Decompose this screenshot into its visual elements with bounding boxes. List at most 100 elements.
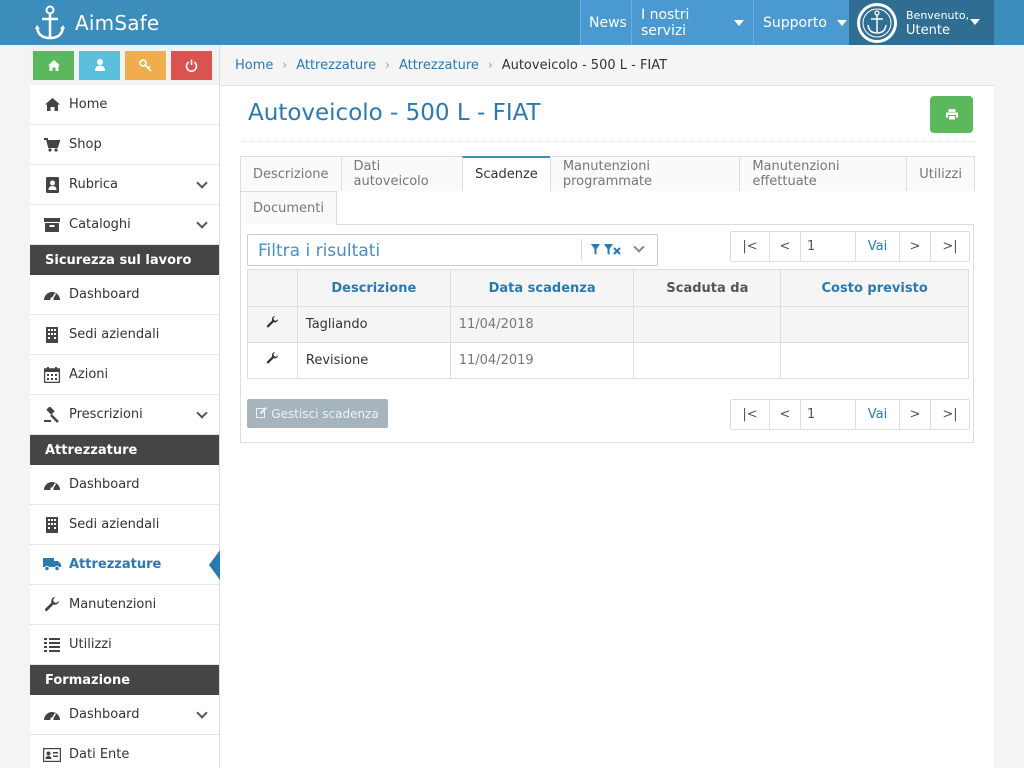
filter-divider	[581, 239, 582, 261]
sidebar-item-label: Sedi aziendali	[69, 327, 160, 342]
tab-documenti[interactable]: Documenti	[240, 191, 337, 225]
caret-down-icon	[970, 19, 980, 25]
sidebar-section-title: Sicurezza sul lavoro	[30, 245, 219, 275]
sidebar-item-label: Prescrizioni	[69, 407, 143, 422]
tab-manutenzioni-effettuate[interactable]: Manutenzioni effettuate	[739, 156, 908, 191]
user-icon	[94, 59, 105, 71]
welcome-username: Utente	[906, 22, 950, 38]
list-icon	[43, 636, 61, 654]
quick-logout-button[interactable]	[171, 50, 212, 80]
tab-utilizzi[interactable]: Utilizzi	[906, 156, 975, 191]
chevron-right-icon: ›	[487, 58, 493, 72]
pager-bottom: |< < 1 Vai > >|	[730, 399, 970, 430]
pager-go-button[interactable]: Vai	[856, 232, 900, 261]
nav-supporto-label: Supporto	[763, 14, 827, 31]
quick-password-button[interactable]	[125, 50, 166, 80]
sidebar-item-label: Dashboard	[69, 707, 140, 722]
quick-profile-button[interactable]	[79, 50, 120, 80]
pager-first-button[interactable]: |<	[731, 232, 770, 261]
sidebar-item-dati-ente[interactable]: Dati Ente	[30, 735, 219, 768]
home-icon	[47, 59, 60, 71]
sidebar-item-label: Home	[69, 97, 108, 112]
pager-next-button[interactable]: >	[900, 400, 931, 429]
table-row: Revisione 11/04/2019	[247, 342, 969, 379]
id-card-icon	[43, 746, 61, 764]
sidebar-item-label: Rubrica	[69, 177, 119, 192]
sidebar-item-rubrica[interactable]: Rubrica	[30, 165, 219, 205]
sidebar-item-dashboard[interactable]: Dashboard	[30, 695, 219, 735]
caret-down-icon	[734, 19, 744, 26]
pager-page-input[interactable]: 1	[801, 400, 856, 429]
manage-deadline-label: Gestisci scadenza	[271, 406, 379, 421]
sidebar-item-label: Sedi aziendali	[69, 517, 160, 532]
cell-data-scadenza: 11/04/2019	[449, 342, 635, 379]
pager-first-button[interactable]: |<	[731, 400, 770, 429]
sidebar-section-title: Attrezzature	[30, 435, 219, 465]
avatar	[857, 2, 897, 43]
sidebar-item-label: Manutenzioni	[69, 597, 157, 612]
quick-actions	[30, 45, 219, 85]
breadcrumb-link[interactable]: Attrezzature	[296, 58, 376, 73]
nav-servizi[interactable]: I nostri servizi	[631, 0, 753, 45]
row-action[interactable]	[247, 306, 298, 343]
scadenze-table: Descrizione Data scadenza Scaduta da Cos…	[247, 269, 969, 379]
sidebar-item-azioni[interactable]: Azioni	[30, 355, 219, 395]
sidebar-item-dashboard[interactable]: Dashboard	[30, 275, 219, 315]
pager-prev-button[interactable]: <	[770, 232, 801, 261]
filter-select[interactable]: Filtra i risultati	[247, 234, 658, 266]
sidebar: Home Shop Rubrica Cataloghi Sicurezza su…	[30, 45, 220, 768]
pager-last-button[interactable]: >|	[931, 400, 969, 429]
tab-scadenze[interactable]: Scadenze	[462, 156, 551, 191]
nav-news[interactable]: News	[580, 0, 631, 45]
chevron-down-icon	[196, 177, 208, 189]
table-row: Tagliando 11/04/2018	[247, 306, 969, 343]
quick-home-button[interactable]	[33, 50, 74, 80]
user-menu[interactable]: Benvenuto, Utente	[849, 0, 994, 45]
dashboard-icon	[43, 286, 61, 304]
brand[interactable]: AimSafe	[34, 0, 159, 45]
building-icon	[43, 326, 61, 344]
chevron-right-icon: ›	[385, 58, 390, 72]
sidebar-item-label: Dati Ente	[69, 747, 130, 762]
cart-icon	[43, 136, 61, 154]
breadcrumb-link[interactable]: Home	[235, 58, 273, 73]
filter-clear-icon[interactable]	[591, 244, 625, 260]
anchor-logo-icon	[35, 5, 65, 39]
top-nav: News I nostri servizi Supporto	[580, 0, 850, 45]
nav-supporto[interactable]: Supporto	[753, 0, 850, 45]
caret-down-icon	[836, 19, 847, 26]
sidebar-item-sedi-aziendali[interactable]: Sedi aziendali	[30, 315, 219, 355]
pager-next-button[interactable]: >	[900, 232, 931, 261]
cell-scaduta-da	[633, 342, 782, 379]
title-divider	[240, 141, 973, 142]
pager-top: |< < 1 Vai > >|	[730, 231, 970, 262]
sidebar-item-home[interactable]: Home	[30, 85, 219, 125]
column-descrizione[interactable]: Descrizione	[296, 269, 451, 307]
print-button[interactable]	[930, 96, 973, 133]
manage-deadline-button[interactable]: Gestisci scadenza	[247, 399, 388, 428]
chevron-down-icon	[196, 707, 208, 719]
sidebar-item-manutenzioni[interactable]: Manutenzioni	[30, 585, 219, 625]
sidebar-item-label: Dashboard	[69, 287, 140, 302]
sidebar-item-attrezzature[interactable]: Attrezzature	[30, 545, 220, 585]
breadcrumb-link[interactable]: Attrezzature	[399, 58, 479, 73]
tab-manutenzioni-programmate[interactable]: Manutenzioni programmate	[549, 156, 741, 191]
sidebar-item-shop[interactable]: Shop	[30, 125, 219, 165]
pager-last-button[interactable]: >|	[931, 232, 969, 261]
column-costo-previsto[interactable]: Costo previsto	[780, 269, 969, 307]
pager-go-button[interactable]: Vai	[856, 400, 900, 429]
tab-descrizione[interactable]: Descrizione	[240, 156, 342, 191]
key-icon	[139, 58, 152, 72]
sidebar-item-prescrizioni[interactable]: Prescrizioni	[30, 395, 219, 435]
sidebar-item-utilizzi[interactable]: Utilizzi	[30, 625, 219, 665]
sidebar-item-dashboard[interactable]: Dashboard	[30, 465, 219, 505]
filter-placeholder: Filtra i risultati	[258, 241, 381, 261]
tab-dati-autoveicolo[interactable]: Dati autoveicolo	[340, 156, 464, 191]
pager-prev-button[interactable]: <	[770, 400, 801, 429]
row-action[interactable]	[247, 342, 298, 379]
chevron-down-icon[interactable]	[633, 241, 645, 253]
pager-page-input[interactable]: 1	[801, 232, 856, 261]
sidebar-item-cataloghi[interactable]: Cataloghi	[30, 205, 219, 245]
sidebar-item-sedi-aziendali[interactable]: Sedi aziendali	[30, 505, 219, 545]
column-data-scadenza[interactable]: Data scadenza	[449, 269, 635, 307]
